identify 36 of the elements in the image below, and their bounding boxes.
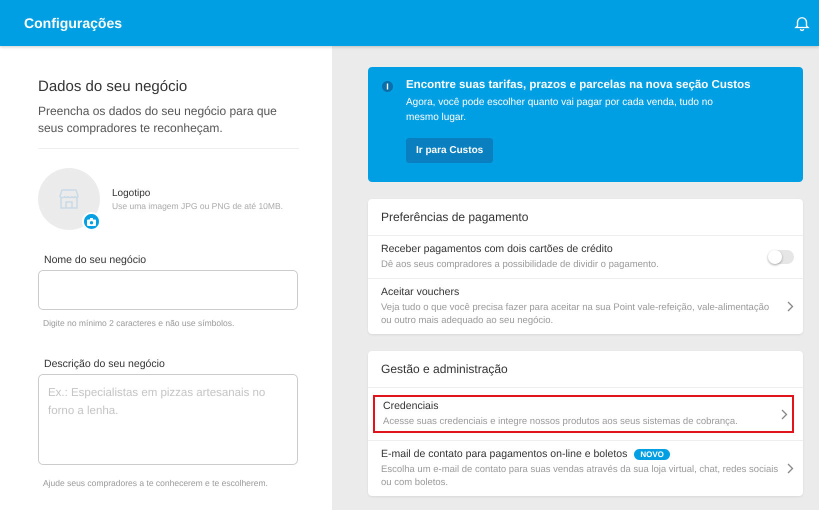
settings-row[interactable]: Credenciais Acesse suas credenciais e integre nossos produtos aos seus sistemas de cobrança. (368, 388, 803, 441)
logo-label: Logotipo (112, 188, 152, 198)
card-title: Preferências de pagamento (368, 199, 803, 236)
field-label: Nome do seu negócio (44, 254, 148, 266)
name-field[interactable] (38, 270, 298, 310)
row-description: Dê aos seus compradores a possibilidade de dividir o pagamento. (381, 258, 660, 271)
toggle-switch[interactable] (768, 250, 794, 264)
section-subtitle: Preencha os dados do seu negócio para que seus compradores te reconheçam. (38, 103, 299, 149)
row-title: Receber pagamentos com dois cartões de crédito (381, 243, 613, 255)
row-title: Aceitar vouchers (381, 286, 460, 298)
chevron-right-icon (787, 463, 794, 474)
costs-button[interactable]: Ir para Custos (406, 138, 494, 163)
field-hint: Digite no mínimo 2 caracteres e não use símbolos. (43, 317, 236, 330)
card-title: Gestão e administração (368, 351, 803, 388)
new-badge: NOVO (634, 448, 670, 460)
chevron-right-icon (781, 408, 788, 420)
banner-text: Agora, você pode escolher quanto vai pagar por cada venda, tudo no mesmo lugar. (406, 96, 714, 125)
banner-title: Encontre suas tarifas, prazos e parcelas na nova seção Custos (406, 79, 751, 91)
store-icon (58, 189, 80, 209)
settings-row[interactable]: E-mail de contato para pagamentos on-line e boletos NOVO Escolha um e-mail de contato para suas vendas através da sua loja virtual, chat, redes sociais ou com boletos. (368, 441, 803, 496)
settings-row[interactable]: Aceitar vouchers Veja tudo o que você precisa fazer para aceitar na sua Point vale-refeição, vale-alimentação ou outro mais adequado ao seu negócio. (368, 279, 803, 334)
page-title: Configurações (24, 15, 122, 31)
description-field[interactable]: Ex.: Especialistas em pizzas artesanais no forno a lenha. (38, 374, 298, 465)
row-description: Escolha um e-mail de contato para suas vendas através da sua loja virtual, chat, redes sociais ou com boletos. (381, 463, 779, 489)
info-icon (382, 81, 393, 92)
section-title: Dados do seu negócio (38, 78, 188, 95)
row-title: E-mail de contato para pagamentos on-line e boletos (381, 448, 628, 460)
row-description: Acesse suas credenciais e integre nossos produtos aos seus sistemas de cobrança. (383, 415, 739, 428)
field-label: Descrição do seu negócio (44, 358, 166, 370)
row-description: Veja tudo o que você precisa fazer para aceitar na sua Point vale-refeição, vale-alimentação ou outro mais adequado ao seu negócio. (381, 301, 770, 327)
bell-icon[interactable] (793, 14, 811, 32)
field-hint: Ajude seus compradores a te conhecerem e te escolherem. (43, 477, 269, 490)
settings-row[interactable]: Receber pagamentos com dois cartões de crédito Dê aos seus compradores a possibilidade de dividir o pagamento. (368, 236, 803, 279)
row-title: Credenciais (383, 400, 438, 412)
logo-hint: Use uma imagem JPG ou PNG de até 10MB. (112, 200, 284, 210)
chevron-right-icon (787, 301, 794, 312)
